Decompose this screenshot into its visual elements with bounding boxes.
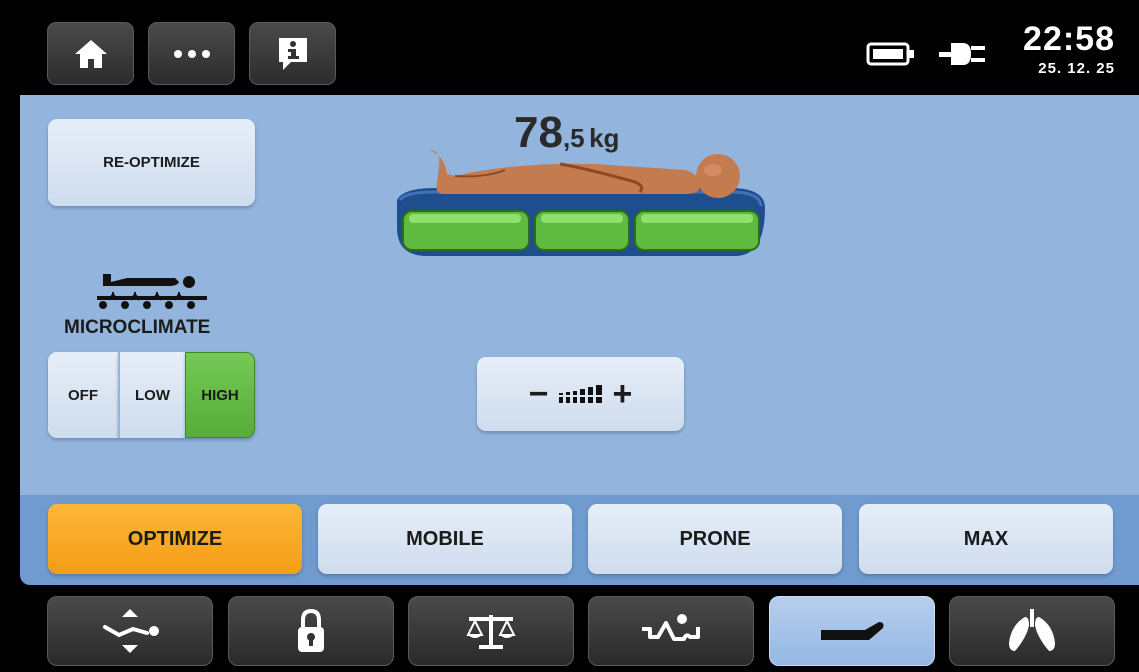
firmness-plus: + xyxy=(612,375,633,413)
nav-lock-button[interactable] xyxy=(228,596,394,666)
nav-mattress-button[interactable] xyxy=(769,596,935,666)
firmness-level-icon xyxy=(558,385,602,403)
mode-optimize-label: OPTIMIZE xyxy=(127,527,223,550)
home-icon xyxy=(74,39,107,68)
firmness-adjust-button[interactable]: − + xyxy=(477,357,684,431)
info-icon xyxy=(278,37,307,70)
battery-icon xyxy=(866,42,914,66)
nav-turn-assist-button[interactable] xyxy=(588,596,754,666)
microclimate-low-button[interactable]: LOW xyxy=(118,352,185,438)
microclimate-high-label: HIGH xyxy=(201,386,239,404)
microclimate-high-button[interactable]: HIGH xyxy=(185,352,255,438)
mode-max-label: MAX xyxy=(963,527,1009,550)
microclimate-off-button[interactable]: OFF xyxy=(48,352,118,438)
date-display: 25. 12. 25 xyxy=(1038,60,1115,77)
mode-mobile-button[interactable]: MOBILE xyxy=(318,504,572,574)
time-display: 22:58 xyxy=(1023,20,1115,58)
microclimate-low-label: LOW xyxy=(135,386,170,404)
nav-scale-button[interactable] xyxy=(408,596,574,666)
microclimate-off-label: OFF xyxy=(68,386,98,404)
mode-mobile-label: MOBILE xyxy=(406,527,484,550)
lungs-icon xyxy=(1009,609,1055,651)
lock-icon xyxy=(298,608,324,652)
clock: 22:58 25. 12. 25 xyxy=(1023,22,1115,78)
firmness-minus: − xyxy=(528,375,549,413)
microclimate-title: MICROCLIMATE xyxy=(64,317,211,338)
nav-position-button[interactable] xyxy=(47,596,213,666)
nav-lungs-button[interactable] xyxy=(949,596,1115,666)
patient-mattress-illustration xyxy=(397,150,765,256)
ellipsis-icon xyxy=(173,49,210,58)
mode-prone-button[interactable]: PRONE xyxy=(588,504,842,574)
turn-assist-icon xyxy=(642,614,700,641)
mode-prone-label: PRONE xyxy=(679,527,751,550)
reoptimize-label: RE-OPTIMIZE xyxy=(103,154,200,171)
plug-icon xyxy=(939,43,985,65)
home-button[interactable] xyxy=(47,22,134,85)
mattress-icon xyxy=(821,622,884,640)
info-button[interactable] xyxy=(249,22,336,85)
mode-max-button[interactable]: MAX xyxy=(859,504,1113,574)
scale-icon xyxy=(466,615,516,649)
position-icon xyxy=(103,609,159,653)
microclimate-icon xyxy=(97,274,207,309)
reoptimize-button[interactable]: RE-OPTIMIZE xyxy=(48,119,255,206)
mode-optimize-button[interactable]: OPTIMIZE xyxy=(48,504,302,574)
more-button[interactable] xyxy=(148,22,235,85)
